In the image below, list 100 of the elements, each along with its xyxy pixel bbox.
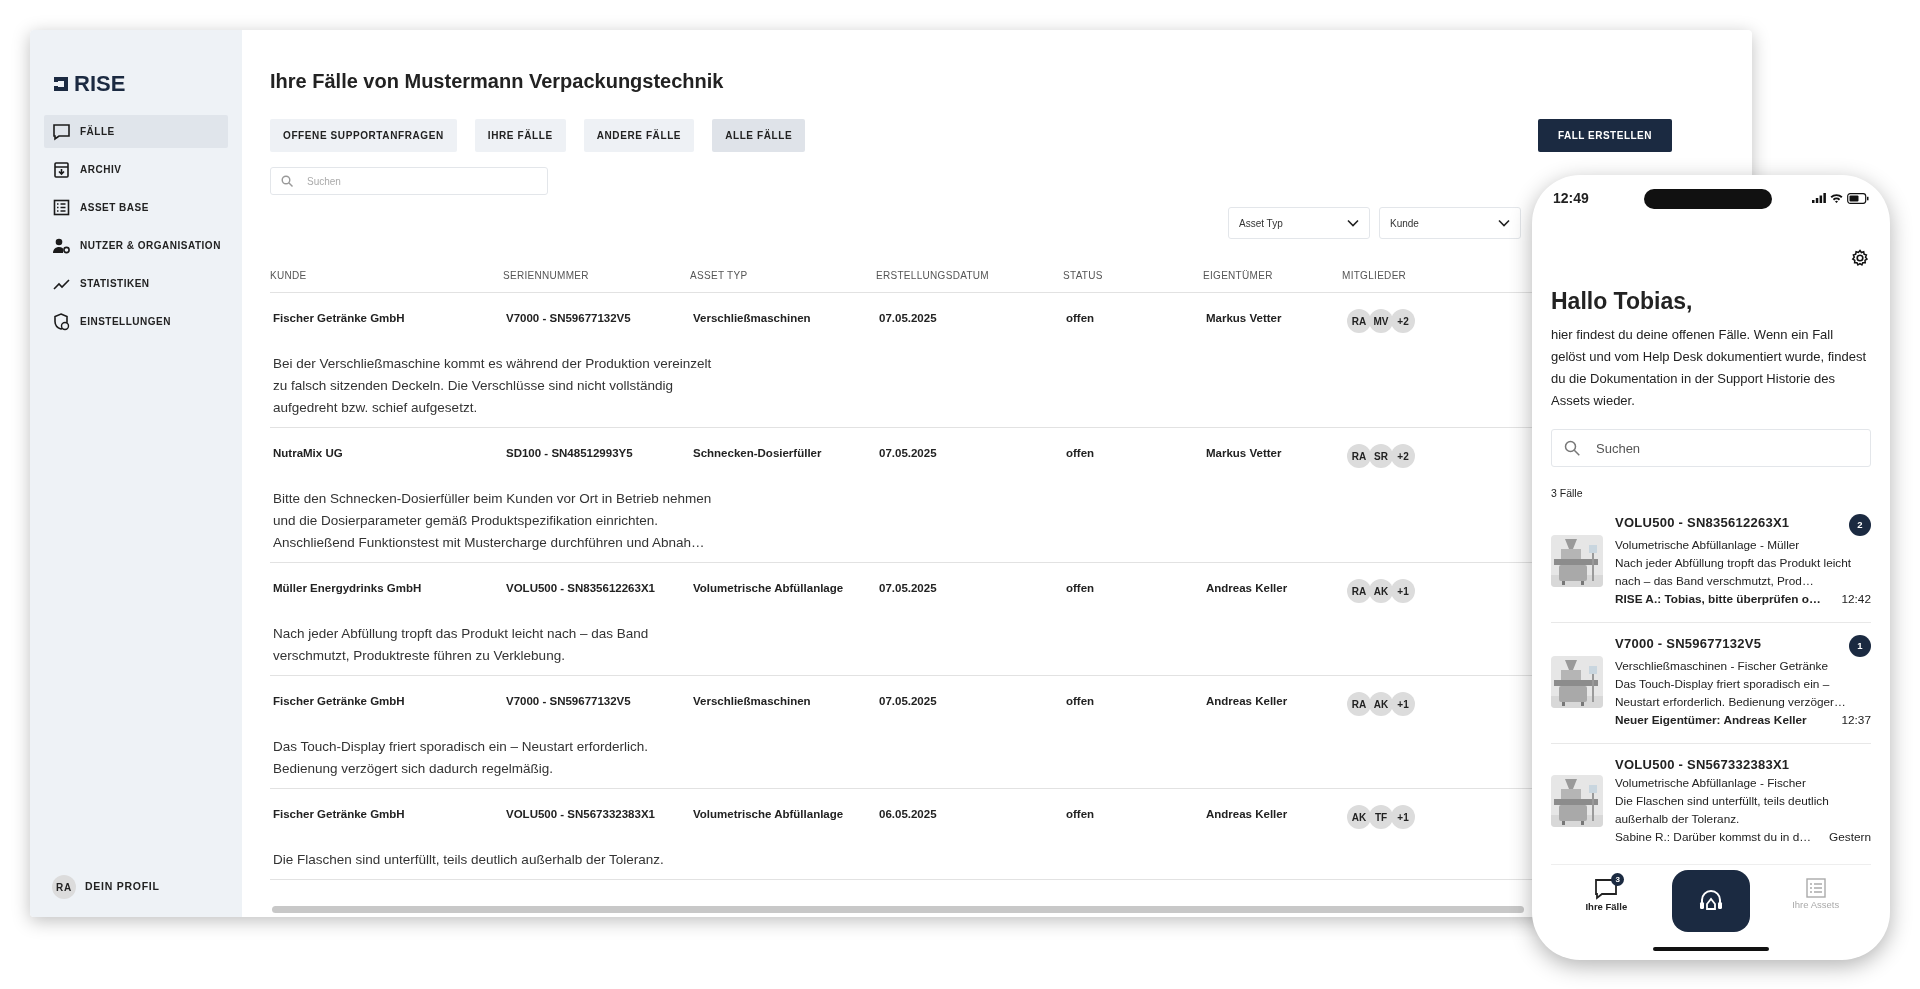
case-title: V7000 - SN59677132V5 [1615, 635, 1762, 654]
filter-tab[interactable]: ALLE FÄLLE [712, 119, 806, 152]
table-cell-text: Andreas Keller [1205, 807, 1289, 822]
table-cell-text: 07.05.2025 [878, 311, 938, 326]
column-header: MITGLIEDER [1342, 269, 1407, 283]
search-input[interactable]: Suchen [1594, 430, 1870, 467]
page-title: Ihre Fälle von Mustermann Verpackungstechnik [270, 71, 725, 91]
table-cell-text: offen [1065, 694, 1096, 709]
member-avatar: AK [1347, 805, 1371, 829]
case-subtitle: Volumetrische Abfüllanlage - Müller [1615, 537, 1801, 555]
case-list-item[interactable]: VOLU500 - SN567332383X1 Volumetrische Abfüllanlage - Fischer Die Flaschen sind unterfüllt, teils deutlich außerhalb der Toleranz. Sabine R.: Darüber kommst du in d… Gestern [1551, 744, 1871, 861]
table-cell-text: 07.05.2025 [878, 581, 938, 596]
table-cell-text: Markus Vetter [1205, 446, 1283, 461]
dropdown[interactable]: Asset Typ [1228, 207, 1370, 239]
member-avatar: TF [1369, 805, 1393, 829]
table-cell-text: 07.05.2025 [878, 694, 938, 709]
member-avatar: MV [1369, 309, 1393, 333]
profile-avatar[interactable]: RA [52, 875, 76, 899]
column-header: SERIENNUMMER [503, 269, 589, 283]
case-subtitle: Volumetrische Abfüllanlage - Fischer [1615, 775, 1807, 793]
case-description: Bei der Verschließmaschine kommt es während der Produktion vereinzelt zu falsch sitzenden Deckeln. Die Verschlüsse sind nicht vollständig aufgedreht bzw. schief aufgesetzt. [272, 355, 713, 417]
table-cell-text: VOLU500 - SN567332383X1 [505, 807, 656, 822]
search-field[interactable]: Suchen [1551, 429, 1871, 468]
case-description: Bitte den Schnecken-Dosierfüller beim Kunden vor Ort in Betrieb nehmen und die Dosierparameter gemäß Produktspezifikation einrichten. Anschließend Funktionstest mit Mustercharge durchführen und Abnah… [272, 490, 713, 552]
table-cell-text: Volumetrische Abfüllanlage [692, 807, 845, 822]
table-cell-text: offen [1065, 311, 1096, 326]
search-icon [281, 175, 293, 187]
table-cell-text: Fischer Getränke GmbH [272, 311, 406, 326]
search-input[interactable]: Suchen [305, 168, 547, 194]
case-title: VOLU500 - SN835612263X1 [1615, 514, 1790, 533]
nav-tab[interactable]: 3 Ihre Fälle [1561, 870, 1652, 916]
profile-link[interactable]: DEIN PROFIL [85, 879, 160, 895]
table-cell-text: Andreas Keller [1205, 694, 1289, 709]
case-description: Nach jeder Abfüllung tropft das Produkt leicht nach – das Band verschmutzt, Produktreste führen zu Verklebung. [272, 625, 650, 665]
filter-tab[interactable]: ANDERE FÄLLE [583, 119, 695, 152]
table-cell-text: Volumetrische Abfüllanlage [692, 581, 845, 596]
member-avatar: RA [1347, 444, 1371, 468]
sidebar-item[interactable]: EINSTELLUNGEN [44, 305, 228, 338]
chat-icon [52, 122, 71, 141]
message-time: 12:42 [1841, 591, 1871, 609]
table-cell-text: Verschließmaschinen [692, 311, 812, 326]
case-list-item[interactable]: V7000 - SN59677132V5 1 Verschließmaschinen - Fischer Getränke Das Touch-Display friert sporadisch ein – Neustart erforderlich. Bedienung verzöger… Neuer Eigentümer: Andreas Keller 12:37 [1551, 623, 1871, 745]
unread-count: 1 [1849, 635, 1871, 658]
table-cell-text: Müller Energydrinks GmbH [272, 581, 423, 596]
table-cell-text: 06.05.2025 [878, 807, 938, 822]
last-message: RISE A.: Tobias, bitte überprüfen o… [1615, 591, 1821, 609]
list-icon [52, 198, 71, 217]
more-members-count: +1 [1391, 579, 1415, 603]
column-header: KUNDE [270, 269, 307, 283]
sidebar-item[interactable]: NUTZER & ORGANISATION [44, 229, 228, 262]
dropdown[interactable]: Kunde [1379, 207, 1521, 239]
column-header: STATUS [1063, 269, 1103, 283]
case-list-item[interactable]: VOLU500 - SN835612263X1 2 Volumetrische Abfüllanlage - Müller Nach jeder Abfüllung tropft das Produkt leicht nach – das Band verschmutzt, Prod… RISE A.: Tobias, bitte überprüfen o… 12:42 [1551, 502, 1871, 624]
support-button[interactable] [1672, 870, 1750, 932]
sidebar-item[interactable]: STATISTIKEN [44, 267, 228, 300]
settings-icon[interactable] [1851, 249, 1869, 267]
last-message: Sabine R.: Darüber kommst du in d… [1615, 829, 1812, 847]
user-gear-icon [52, 236, 71, 255]
wifi-icon [1830, 193, 1843, 203]
intro-text: hier findest du deine offenen Fälle. Wenn ein Fall gelöst und vom Help Desk dokumentiert wurde, findest du die Dokumentation in der Support Historie des Assets wieder. [1551, 326, 1868, 411]
case-title: VOLU500 - SN567332383X1 [1615, 756, 1790, 775]
search-icon [1564, 440, 1580, 457]
sidebar-item[interactable]: FÄLLE [44, 115, 228, 148]
chevron-down-icon [1347, 219, 1359, 227]
case-description: Die Flaschen sind unterfüllt, teils deutlich außerhalb der Toleranz. [272, 851, 665, 869]
case-subtitle: Verschließmaschinen - Fischer Getränke [1615, 658, 1830, 676]
filter-tab[interactable]: IHRE FÄLLE [474, 119, 566, 152]
case-description: Das Touch-Display friert sporadisch ein – Neustart erforderlich. Bedienung verzöger… [1615, 676, 1847, 712]
case-description: Die Flaschen sind unterfüllt, teils deutlich außerhalb der Toleranz. [1615, 793, 1830, 829]
member-avatar: RA [1347, 309, 1371, 333]
filter-tab[interactable]: OFFENE SUPPORTANFRAGEN [270, 119, 457, 152]
sidebar-item[interactable]: ASSET BASE [44, 191, 228, 224]
table-cell-text: Schnecken-Dosierfüller [692, 446, 823, 461]
more-members-count: +1 [1391, 805, 1415, 829]
table-cell-text: V7000 - SN59677132V5 [505, 694, 632, 709]
table-cell-text: offen [1065, 807, 1096, 822]
more-members-count: +2 [1391, 309, 1415, 333]
logo-text: RISE [74, 73, 126, 95]
create-case-button[interactable]: FALL ERSTELLEN [1537, 119, 1672, 152]
table-cell-text: V7000 - SN59677132V5 [505, 311, 632, 326]
table-cell-text: SD100 - SN48512993Y5 [505, 446, 634, 461]
archive-icon [52, 160, 71, 179]
case-description: Nach jeder Abfüllung tropft das Produkt leicht nach – das Band verschmutzt, Prod… [1615, 555, 1853, 591]
more-members-count: +1 [1391, 692, 1415, 716]
member-avatar: RA [1347, 692, 1371, 716]
battery-icon [1847, 192, 1869, 204]
case-count: 3 Fälle [1551, 486, 1584, 502]
sidebar-item[interactable]: ARCHIV [44, 153, 228, 186]
column-header: ERSTELLUNGSDATUM [876, 269, 989, 283]
shield-icon [52, 312, 71, 331]
chat-icon [1594, 878, 1619, 900]
table-cell-text: 07.05.2025 [878, 446, 938, 461]
member-avatar: AK [1369, 579, 1393, 603]
member-avatar: SR [1369, 444, 1393, 468]
case-description: Das Touch-Display friert sporadisch ein – Neustart erforderlich. Bedienung verzögert sich dadurch regelmäßig. [272, 738, 649, 778]
member-avatar: RA [1347, 579, 1371, 603]
scrollbar[interactable] [272, 906, 1524, 913]
signal-icon [1812, 193, 1826, 203]
table-cell-text: Verschließmaschinen [692, 694, 812, 709]
search-field[interactable]: Suchen [270, 167, 548, 195]
